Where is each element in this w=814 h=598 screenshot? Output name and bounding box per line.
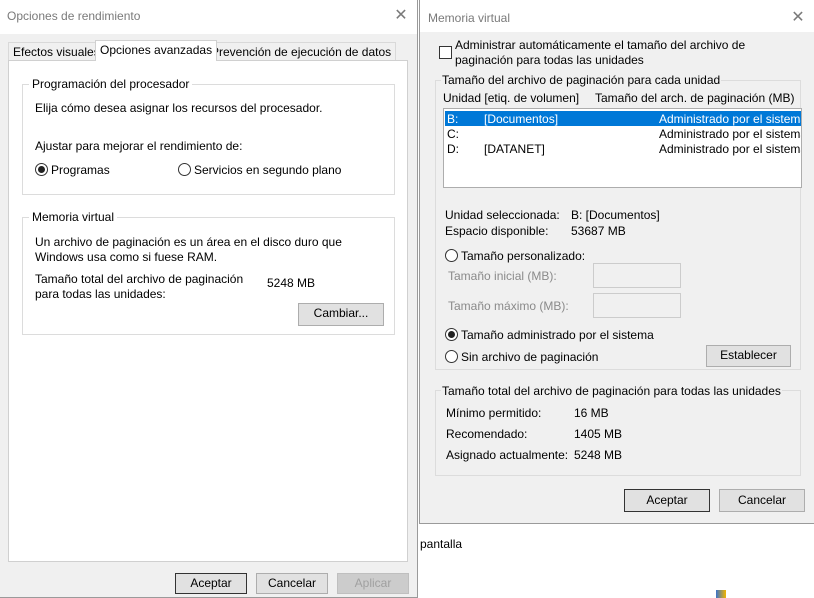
column-header-size[interactable]: Tamaño del arch. de paginación (MB): [595, 91, 794, 105]
recommended-value: 1405 MB: [574, 427, 623, 441]
background-services-radio[interactable]: [178, 163, 191, 176]
group-legend: Memoria virtual: [29, 210, 118, 224]
advanced-options-panel: Programación del procesador Elija cómo d…: [8, 60, 408, 562]
scheduling-description: Elija cómo desea asignar los recursos de…: [35, 101, 323, 115]
tab-visual-effects[interactable]: Efectos visuales: [8, 42, 105, 60]
drive-size: Administrado por el sistema: [659, 127, 802, 141]
title-bar: Opciones de rendimiento ✕: [0, 0, 417, 34]
window-title: Memoria virtual: [428, 11, 511, 25]
vm-cancel-button[interactable]: Cancelar: [719, 489, 805, 512]
drive-letter: D:: [447, 142, 459, 156]
min-allowed-label: Mínimo permitido:: [446, 406, 542, 420]
vm-total-value: 5248 MB: [267, 276, 316, 290]
totals-legend: Tamaño total del archivo de paginación p…: [441, 384, 782, 398]
drive-row[interactable]: B: [Documentos] Administrado por el sist…: [445, 111, 801, 126]
drive-letter: C:: [447, 127, 459, 141]
programs-radio[interactable]: [35, 163, 48, 176]
custom-size-label[interactable]: Tamaño personalizado:: [461, 249, 585, 263]
processor-scheduling-group: Programación del procesador Elija cómo d…: [22, 77, 395, 195]
system-managed-radio[interactable]: [445, 328, 458, 341]
drive-label: [DATANET]: [484, 142, 545, 156]
free-space-value: 53687 MB: [571, 224, 626, 238]
min-allowed-value: 16 MB: [574, 406, 609, 420]
auto-manage-label-line1[interactable]: Administrar automáticamente el tamaño de…: [455, 38, 745, 52]
custom-size-radio[interactable]: [445, 249, 458, 262]
shield-icon: [716, 590, 726, 598]
drive-label: [Documentos]: [484, 112, 559, 126]
performance-options-window: Opciones de rendimiento ✕ Efectos visual…: [0, 0, 418, 598]
max-size-input[interactable]: [593, 293, 681, 318]
cancel-button[interactable]: Cancelar: [256, 573, 328, 594]
current-allocated-value: 5248 MB: [574, 448, 623, 462]
column-header-drive[interactable]: Unidad [etiq. de volumen]: [443, 91, 579, 105]
selected-drive-value: B: [Documentos]: [571, 208, 660, 222]
title-bar: Memoria virtual ✕: [420, 0, 814, 32]
background-services-radio-label[interactable]: Servicios en segundo plano: [194, 163, 341, 177]
vm-description-line2: Windows usa como si fuese RAM.: [35, 250, 218, 264]
close-icon[interactable]: ✕: [391, 6, 411, 26]
group-legend: Programación del procesador: [29, 77, 193, 91]
close-icon[interactable]: ✕: [788, 8, 808, 28]
initial-size-label: Tamaño inicial (MB):: [448, 269, 557, 283]
set-button[interactable]: Establecer: [706, 345, 791, 367]
auto-manage-checkbox[interactable]: [439, 46, 452, 59]
initial-size-input[interactable]: [593, 263, 681, 288]
vm-total-label-line1: Tamaño total del archivo de paginación: [35, 272, 244, 286]
dialog-body: Administrar automáticamente el tamaño de…: [420, 32, 814, 523]
apply-button[interactable]: Aplicar: [337, 573, 409, 594]
virtual-memory-window: Memoria virtual ✕ Administrar automática…: [419, 0, 814, 524]
change-button[interactable]: Cambiar...: [298, 303, 384, 326]
window-title: Opciones de rendimiento: [7, 9, 141, 23]
programs-radio-label[interactable]: Programas: [51, 163, 110, 177]
background-text: pantalla: [420, 537, 463, 551]
virtual-memory-group: Memoria virtual Un archivo de paginación…: [22, 210, 395, 335]
drive-size: Administrado por el sistema: [659, 112, 802, 126]
adjust-label: Ajustar para mejorar el rendimiento de:: [35, 139, 243, 153]
drive-letter: B:: [447, 112, 459, 126]
vm-accept-button[interactable]: Aceptar: [624, 489, 710, 512]
drive-row[interactable]: C: Administrado por el sistema: [445, 126, 801, 141]
vm-description-line1: Un archivo de paginación es un área en e…: [35, 235, 342, 249]
accept-button[interactable]: Aceptar: [175, 573, 247, 594]
recommended-label: Recomendado:: [446, 427, 528, 441]
current-allocated-label: Asignado actualmente:: [446, 448, 569, 462]
tab-data-execution-prevention[interactable]: Prevención de ejecución de datos: [206, 42, 397, 60]
selected-drive-label: Unidad seleccionada:: [445, 208, 560, 222]
vm-total-label-line2: para todas las unidades:: [35, 287, 166, 301]
no-paging-radio[interactable]: [445, 350, 458, 363]
auto-manage-label-line2[interactable]: paginación para todas las unidades: [455, 53, 644, 67]
system-managed-label[interactable]: Tamaño administrado por el sistema: [461, 328, 654, 342]
background-window: [419, 524, 814, 598]
drive-size: Administrado por el sistema: [659, 142, 802, 156]
max-size-label: Tamaño máximo (MB):: [448, 299, 569, 313]
drives-legend: Tamaño del archivo de paginación para ca…: [441, 73, 722, 87]
free-space-label: Espacio disponible:: [445, 224, 549, 238]
no-paging-label[interactable]: Sin archivo de paginación: [461, 350, 598, 364]
drives-listbox[interactable]: B: [Documentos] Administrado por el sist…: [443, 108, 802, 188]
drive-row[interactable]: D: [DATANET] Administrado por el sistema: [445, 141, 801, 156]
tab-advanced-options[interactable]: Opciones avanzadas: [95, 40, 218, 61]
